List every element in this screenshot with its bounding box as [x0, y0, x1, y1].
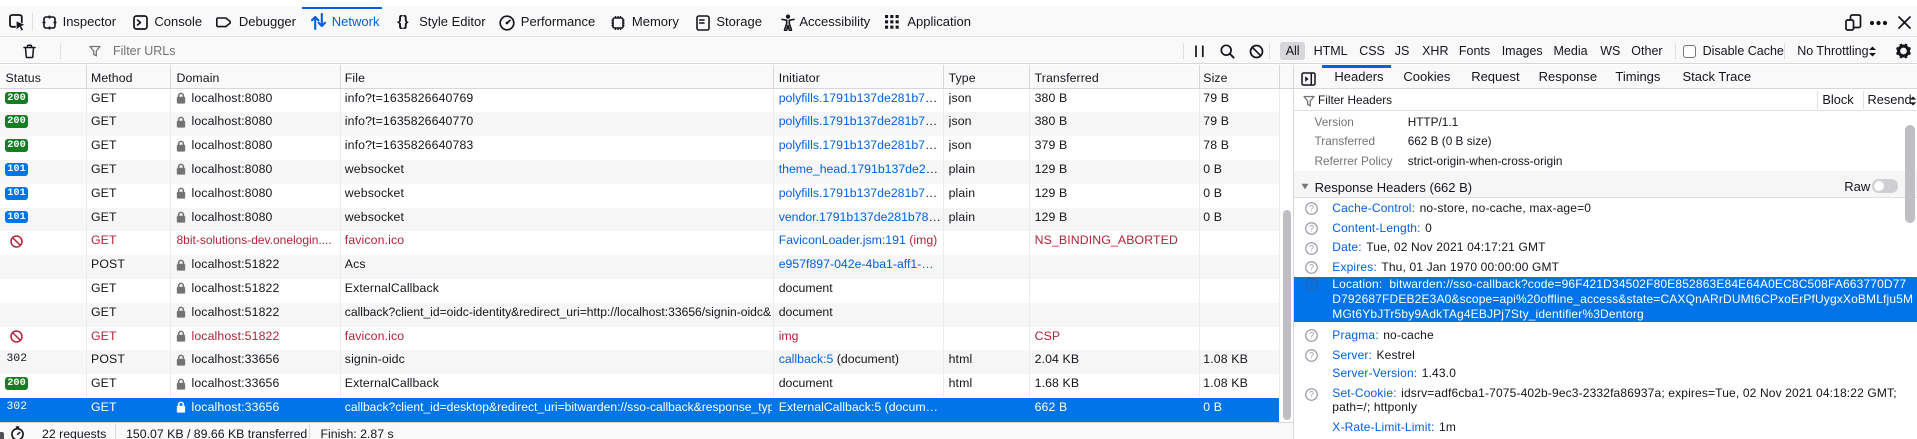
svg-text:?: ? — [1309, 203, 1314, 213]
svg-text:?: ? — [1309, 223, 1314, 233]
svg-text:?: ? — [1309, 351, 1314, 361]
svg-text:?: ? — [1309, 243, 1314, 253]
svg-text:?: ? — [1309, 263, 1314, 273]
svg-text:?: ? — [1309, 389, 1314, 399]
svg-text:?: ? — [1309, 280, 1314, 290]
svg-text:?: ? — [1309, 331, 1314, 341]
